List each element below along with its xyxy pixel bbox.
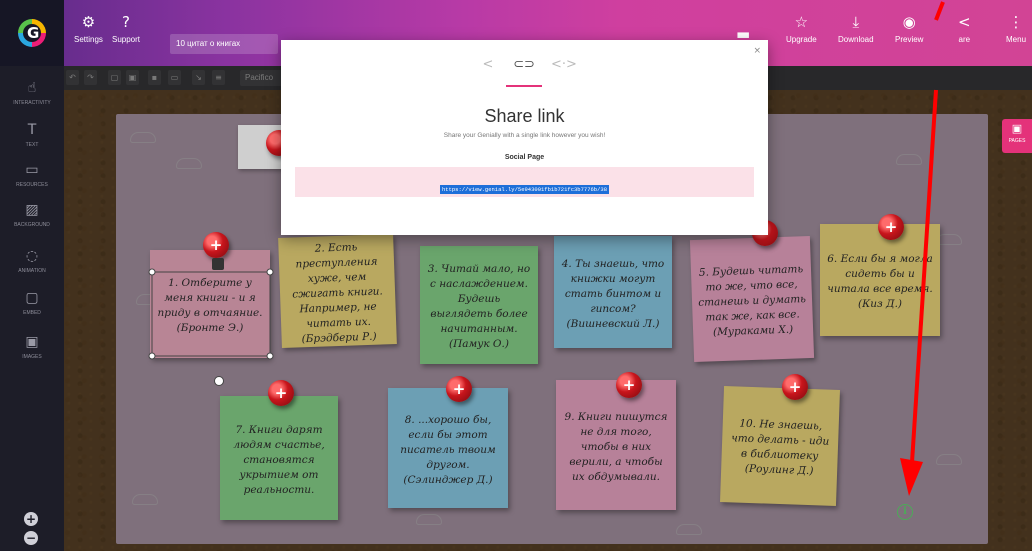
modal-subtitle: Share your Genially with a single link h…: [443, 132, 606, 139]
link-tab-icon[interactable]: ⊂⊃: [513, 57, 535, 75]
social-page-label: Social Page: [504, 154, 545, 161]
share-link-field[interactable]: https://view.genial.ly/5e943001fb1b721fc…: [295, 167, 754, 197]
active-tab-underline: [506, 85, 542, 87]
share-modal: × < ⊂⊃ <·> Share link Share your Geniall…: [281, 40, 768, 235]
share-social-tab-icon[interactable]: <: [477, 57, 499, 75]
modal-title: Share link: [484, 106, 565, 126]
share-link-text[interactable]: https://view.genial.ly/5e943001fb1b721fc…: [439, 185, 610, 194]
embed-code-tab-icon[interactable]: <·>: [551, 57, 577, 75]
close-icon[interactable]: ×: [753, 46, 761, 56]
